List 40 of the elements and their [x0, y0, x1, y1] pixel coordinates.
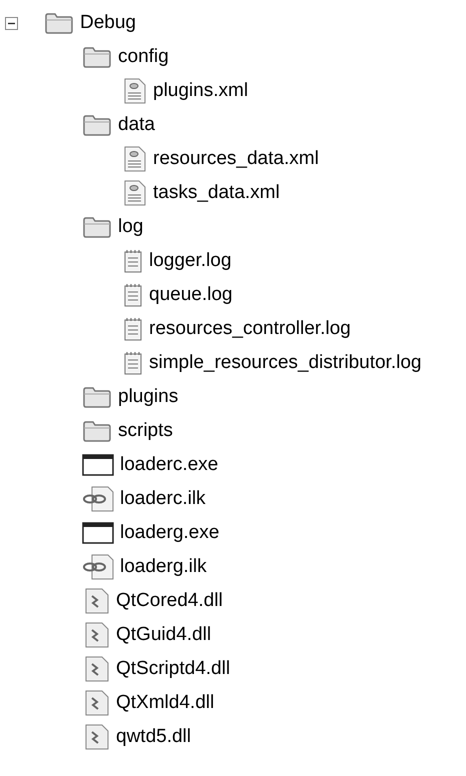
tree-item[interactable]: loaderg.ilk — [120, 556, 207, 578]
tree-item[interactable]: QtScriptd4.dll — [116, 658, 230, 680]
tree-item[interactable]: log — [118, 216, 144, 238]
folder-icon — [82, 113, 112, 137]
tree-item[interactable]: qwtd5.dll — [116, 726, 191, 748]
window-icon — [82, 522, 114, 544]
tree-item[interactable]: plugins.xml — [153, 80, 248, 102]
tree-item[interactable]: plugins — [118, 386, 178, 408]
folder-icon — [82, 419, 112, 443]
tree-item[interactable]: loaderc.ilk — [120, 488, 206, 510]
tree-item[interactable]: loaderg.exe — [120, 522, 220, 544]
xml-file-icon — [123, 180, 147, 206]
window-icon — [82, 454, 114, 476]
tree-item[interactable]: scripts — [118, 420, 173, 442]
tree-item[interactable]: data — [118, 114, 155, 136]
tree-item[interactable]: simple_resources_distributor.log — [149, 352, 422, 374]
tree-item[interactable]: config — [118, 46, 169, 68]
xml-file-icon — [123, 146, 147, 172]
folder-icon — [82, 215, 112, 239]
tree-item[interactable]: loaderc.exe — [120, 454, 218, 476]
text-file-icon — [123, 351, 143, 375]
linked-file-icon — [82, 554, 114, 580]
tree-item[interactable]: logger.log — [149, 250, 232, 272]
text-file-icon — [123, 283, 143, 307]
tree-item[interactable]: QtCored4.dll — [116, 590, 223, 612]
tree-item[interactable]: QtXmld4.dll — [116, 692, 214, 714]
folder-icon — [82, 45, 112, 69]
tree-item[interactable]: Debug — [80, 12, 136, 34]
tree-item[interactable]: queue.log — [149, 284, 232, 306]
folder-icon — [44, 11, 74, 35]
tree-item[interactable]: resources_controller.log — [149, 318, 351, 340]
xml-file-icon — [123, 78, 147, 104]
text-file-icon — [123, 249, 143, 273]
tree-item[interactable]: resources_data.xml — [153, 148, 319, 170]
collapse-toggle[interactable] — [5, 16, 18, 30]
tree-item[interactable]: QtGuid4.dll — [116, 624, 212, 646]
text-file-icon — [123, 317, 143, 341]
folder-icon — [82, 385, 112, 409]
linked-file-icon — [82, 486, 114, 512]
tree-item[interactable]: tasks_data.xml — [153, 182, 280, 204]
